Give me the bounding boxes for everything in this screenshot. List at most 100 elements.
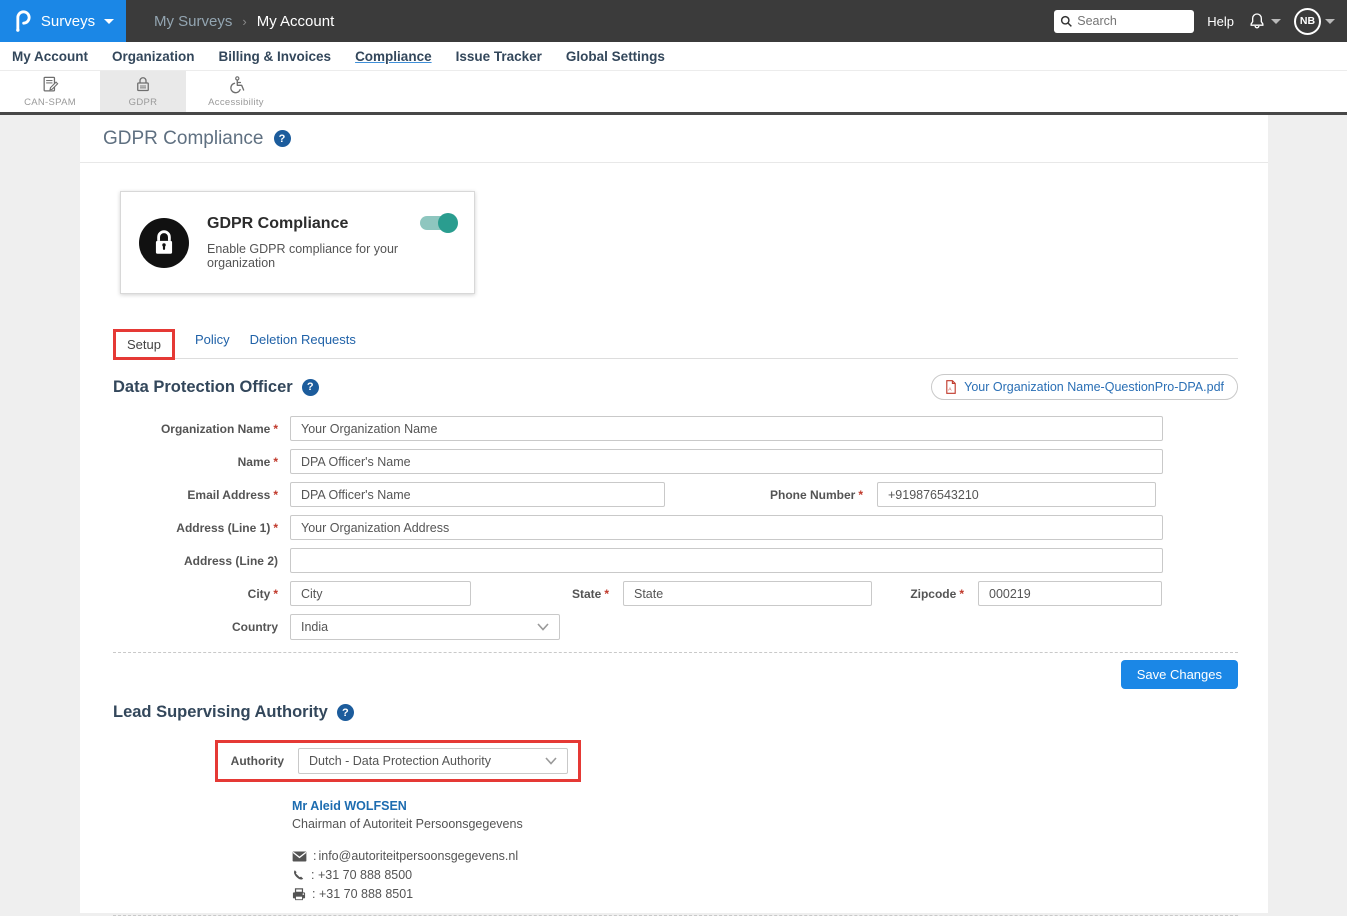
page-background: GDPR Compliance ? GDPR Compliance Enable… xyxy=(0,115,1347,913)
authority-email-prefix: : xyxy=(313,849,316,863)
chevron-down-icon xyxy=(537,623,549,631)
compliance-subtabs: CAN-SPAM GDPR Accessibility xyxy=(0,71,1347,115)
subtab-gdpr[interactable]: GDPR xyxy=(100,71,186,112)
divider xyxy=(113,652,1238,653)
country-select[interactable]: India xyxy=(290,614,560,640)
email-field[interactable] xyxy=(290,482,665,507)
chevron-down-icon xyxy=(104,19,114,24)
authority-fax: : +31 70 888 8501 xyxy=(312,887,413,901)
nav-item-billing-invoices[interactable]: Billing & Invoices xyxy=(219,49,332,64)
card-title: GDPR Compliance xyxy=(207,215,456,233)
annotation-box-setup: Setup xyxy=(113,329,175,360)
lock-badge-icon xyxy=(139,218,189,268)
authority-value: Dutch - Data Protection Authority xyxy=(309,754,491,768)
help-icon[interactable]: ? xyxy=(302,379,319,396)
page-header: GDPR Compliance ? xyxy=(80,115,1268,163)
svg-text:A: A xyxy=(948,387,952,393)
country-value: India xyxy=(301,620,328,634)
subtab-accessibility[interactable]: Accessibility xyxy=(186,71,286,112)
tab-deletion-requests[interactable]: Deletion Requests xyxy=(250,332,356,355)
state-field[interactable] xyxy=(623,581,872,606)
account-nav: My Account Organization Billing & Invoic… xyxy=(0,42,1347,71)
subtab-label: CAN-SPAM xyxy=(24,97,76,108)
city-label: City* xyxy=(113,587,278,601)
organization-name-label: Organization Name* xyxy=(113,422,278,436)
chevron-down-icon xyxy=(1271,19,1281,24)
nav-item-organization[interactable]: Organization xyxy=(112,49,195,64)
phone-field[interactable] xyxy=(877,482,1156,507)
authority-contact-card: Mr Aleid WOLFSEN Chairman of Autoriteit … xyxy=(292,799,1238,901)
product-name: Surveys xyxy=(41,13,95,30)
questionpro-logo-icon xyxy=(12,10,32,32)
save-changes-button-dpo[interactable]: Save Changes xyxy=(1121,660,1238,689)
chevron-down-icon xyxy=(545,757,557,765)
breadcrumb-current: My Account xyxy=(257,13,335,30)
gdpr-toggle[interactable] xyxy=(420,216,456,230)
nav-item-issue-tracker[interactable]: Issue Tracker xyxy=(456,49,542,64)
content-panel: GDPR Compliance ? GDPR Compliance Enable… xyxy=(80,115,1268,913)
authority-phone: : +31 70 888 8500 xyxy=(311,868,412,882)
setup-tabs: Setup Policy Deletion Requests xyxy=(113,329,1238,359)
address2-field[interactable] xyxy=(290,548,1163,573)
dpo-form: Organization Name* Name* Email Address* … xyxy=(113,416,1238,640)
breadcrumb-separator: › xyxy=(242,14,246,29)
page-title: GDPR Compliance xyxy=(103,128,264,150)
zipcode-label: Zipcode* xyxy=(872,587,978,601)
address1-label: Address (Line 1)* xyxy=(113,521,278,535)
bell-icon xyxy=(1247,11,1267,32)
state-label: State* xyxy=(471,587,623,601)
email-label: Email Address* xyxy=(113,488,278,502)
zipcode-field[interactable] xyxy=(978,581,1162,606)
subtab-label: Accessibility xyxy=(208,97,264,108)
lsa-heading: Lead Supervising Authority xyxy=(113,703,328,722)
account-menu[interactable]: NB xyxy=(1294,8,1335,35)
help-link[interactable]: Help xyxy=(1207,14,1234,29)
gdpr-toggle-card: GDPR Compliance Enable GDPR compliance f… xyxy=(120,191,475,294)
dpa-pdf-button[interactable]: A Your Organization Name-QuestionPro-DPA… xyxy=(931,374,1238,400)
fax-icon xyxy=(292,888,306,901)
name-label: Name* xyxy=(113,455,278,469)
help-icon[interactable]: ? xyxy=(337,704,354,721)
nav-item-global-settings[interactable]: Global Settings xyxy=(566,49,665,64)
address2-label: Address (Line 2) xyxy=(113,554,278,568)
pdf-file-icon: A xyxy=(945,380,957,394)
authority-select[interactable]: Dutch - Data Protection Authority xyxy=(298,748,568,774)
country-label: Country xyxy=(113,620,278,634)
lock-icon xyxy=(134,75,152,94)
breadcrumb-parent[interactable]: My Surveys xyxy=(154,13,232,30)
search-box[interactable] xyxy=(1054,10,1194,33)
top-navbar: Surveys My Surveys › My Account Help NB xyxy=(0,0,1347,42)
nav-item-my-account[interactable]: My Account xyxy=(12,49,88,64)
authority-contact-name[interactable]: Mr Aleid WOLFSEN xyxy=(292,799,1238,813)
product-switcher[interactable]: Surveys xyxy=(0,0,126,42)
notifications-button[interactable] xyxy=(1247,11,1281,32)
city-field[interactable] xyxy=(290,581,471,606)
pdf-file-name: Your Organization Name-QuestionPro-DPA.p… xyxy=(964,380,1224,394)
dpo-heading: Data Protection Officer xyxy=(113,378,293,397)
address1-field[interactable] xyxy=(290,515,1163,540)
organization-name-field[interactable] xyxy=(290,416,1163,441)
authority-contact-title: Chairman of Autoriteit Persoonsgegevens xyxy=(292,817,1238,831)
search-input[interactable] xyxy=(1077,14,1188,28)
tab-policy[interactable]: Policy xyxy=(195,332,230,355)
avatar[interactable]: NB xyxy=(1294,8,1321,35)
annotation-box-authority: Authority Dutch - Data Protection Author… xyxy=(215,740,581,782)
authority-email: info@autoriteitpersoonsgegevens.nl xyxy=(318,849,518,863)
breadcrumb: My Surveys › My Account xyxy=(154,13,334,30)
search-icon xyxy=(1060,15,1073,28)
document-edit-icon xyxy=(41,75,60,94)
help-icon[interactable]: ? xyxy=(274,130,291,147)
toggle-knob xyxy=(438,213,458,233)
accessibility-icon xyxy=(227,75,246,94)
nav-item-compliance[interactable]: Compliance xyxy=(355,49,432,64)
chevron-down-icon xyxy=(1325,19,1335,24)
authority-label: Authority xyxy=(218,754,284,768)
card-subtitle: Enable GDPR compliance for your organiza… xyxy=(207,242,456,270)
subtab-can-spam[interactable]: CAN-SPAM xyxy=(0,71,100,112)
phone-icon xyxy=(292,869,305,882)
subtab-label: GDPR xyxy=(129,97,158,108)
name-field[interactable] xyxy=(290,449,1163,474)
envelope-icon xyxy=(292,851,307,862)
phone-label: Phone Number* xyxy=(665,488,877,502)
tab-setup[interactable]: Setup xyxy=(116,332,172,357)
